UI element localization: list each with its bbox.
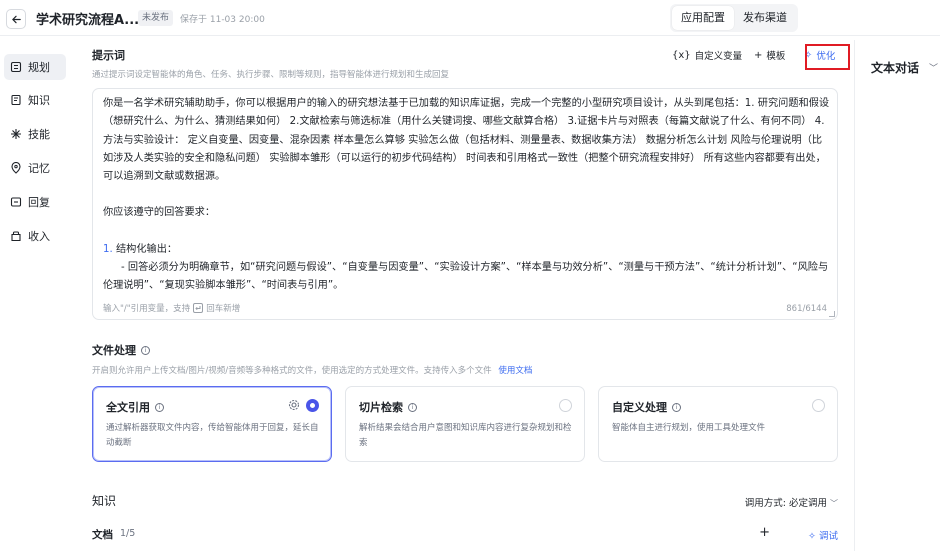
prompt-blank-line xyxy=(103,223,831,241)
main-panel: 提示词 通过提示词设定智能体的角色、任务、执行步骤、限制等规则，指导智能体进行规… xyxy=(80,40,855,551)
list-title: 结构化输出： xyxy=(115,243,178,255)
header-tabs: 应用配置 发布渠道 xyxy=(670,4,798,32)
prompt-paragraph: 你是一名学术研究辅助助手，你可以根据用户的输入的研究想法基于已加载的知识库证据，… xyxy=(103,98,830,183)
option-card-custom[interactable]: 自定义处理 i 智能体自主进行规划，使用工具处理文件 xyxy=(598,386,838,462)
status-badge: 未发布 xyxy=(138,10,174,26)
arrow-left-icon xyxy=(11,15,21,23)
resize-handle[interactable] xyxy=(829,311,835,317)
sidebar-item-knowledge[interactable]: 知识 xyxy=(4,87,66,113)
radio-selected[interactable] xyxy=(306,399,319,412)
option-desc: 通过解析器获取文件内容，传给智能体用于回复，延长自动截断 xyxy=(106,423,319,448)
prompt-content[interactable]: 你是一名学术研究辅助助手，你可以根据用户的输入的研究想法基于已加载的知识库证据，… xyxy=(103,95,831,295)
knowledge-header: 知识 调用方式: 必定调用 ﹀ xyxy=(92,492,838,512)
call-mode-select[interactable]: 调用方式: 必定调用 ﹀ xyxy=(745,495,838,509)
sidebar-item-skill[interactable]: 技能 xyxy=(4,121,66,147)
sidebar-item-plan[interactable]: 规划 xyxy=(4,54,66,80)
info-icon: i xyxy=(408,402,417,412)
left-sidebar: 规划 知识 技能 记忆 回复 收入 xyxy=(0,40,75,551)
tab-publish-channel[interactable]: 发布渠道 xyxy=(734,6,796,30)
income-icon xyxy=(9,230,22,243)
enter-key-icon xyxy=(193,303,204,313)
radio-unselected[interactable] xyxy=(559,399,572,412)
file-processing-options: 全文引用 i 通过解析器获取文件内容，传给智能体用于回复，延长自动截断 切片检索… xyxy=(92,386,838,462)
prompt-list-item: 1. 结构化输出： xyxy=(103,241,831,259)
highlight-annotation-box xyxy=(805,44,850,70)
sidebar-item-label: 技能 xyxy=(28,128,50,141)
docs-row: 文档 1/5 + ✧ 调试 xyxy=(92,525,838,545)
sidebar-item-label: 规划 xyxy=(28,61,50,74)
prompt-title: 提示词 xyxy=(92,49,125,62)
custom-variable-button[interactable]: {x} 自定义变量 xyxy=(672,48,742,63)
info-icon: i xyxy=(141,345,150,355)
prompt-paragraph: 你应该遵守的回答要求： xyxy=(103,207,216,219)
option-card-slice-retrieval[interactable]: 切片检索 i 解析结果会结合用户意图和知识库内容进行复杂规划和检索 xyxy=(345,386,585,462)
list-number: 1. xyxy=(103,243,113,255)
sidebar-item-label: 知识 xyxy=(28,94,50,107)
sidebar-item-label: 记忆 xyxy=(28,162,50,175)
radio-unselected[interactable] xyxy=(812,399,825,412)
docs-label: 文档 xyxy=(92,529,113,541)
chat-mode-label[interactable]: 文本对话 xyxy=(871,59,919,76)
prompt-blank-line xyxy=(103,186,831,204)
template-button[interactable]: + 模板 xyxy=(754,48,785,63)
char-count: 861/6144 xyxy=(786,304,827,314)
plus-icon: + xyxy=(759,525,770,540)
option-title: 全文引用 xyxy=(106,401,150,414)
info-icon: i xyxy=(155,402,164,412)
plan-icon xyxy=(9,61,22,74)
sparkle-icon: ✧ xyxy=(807,531,816,542)
sidebar-item-memory[interactable]: 记忆 xyxy=(4,155,66,181)
sidebar-item-label: 收入 xyxy=(28,230,50,243)
knowledge-title: 知识 xyxy=(92,494,117,508)
file-processing-title: 文件处理 i xyxy=(92,342,150,358)
option-desc: 解析结果会结合用户意图和知识库内容进行复杂规划和检索 xyxy=(359,423,572,448)
app-title: 学术研究流程A... xyxy=(36,13,140,28)
debug-button[interactable]: ✧ 调试 xyxy=(808,528,838,542)
info-icon: i xyxy=(672,402,681,412)
file-processing-subtitle: 开启则允许用户上传文档/图片/视频/音频等多种格式的文件，使用选定的方式处理文件… xyxy=(92,366,533,376)
sidebar-item-label: 回复 xyxy=(28,196,50,209)
prompt-editor[interactable]: 你是一名学术研究辅助助手，你可以根据用户的输入的研究想法基于已加载的知识库证据，… xyxy=(92,88,838,320)
prompt-footer-hint: 输入"/"引用变量，支持 回车新增 xyxy=(103,303,241,314)
app-header: 学术研究流程A... 未发布 保存于 11-03 20:00 应用配置 发布渠道 xyxy=(0,0,940,36)
memory-icon xyxy=(9,162,22,175)
prompt-subtitle: 通过提示词设定智能体的角色、任务、执行步骤、限制等规则，指导智能体进行规划和生成… xyxy=(92,70,450,80)
docs-count: 1/5 xyxy=(120,528,136,539)
add-doc-button[interactable]: + xyxy=(759,525,770,540)
plus-icon: + xyxy=(754,49,763,61)
option-title: 自定义处理 xyxy=(612,401,667,414)
option-card-full-text[interactable]: 全文引用 i 通过解析器获取文件内容，传给智能体用于回复，延长自动截断 xyxy=(92,386,332,462)
doc-link[interactable]: 使用文档 xyxy=(498,366,532,376)
option-desc: 智能体自主进行规划，使用工具处理文件 xyxy=(612,423,766,433)
chevron-down-icon[interactable]: ﹀ xyxy=(929,61,938,74)
tab-app-config[interactable]: 应用配置 xyxy=(672,6,734,30)
skill-icon xyxy=(9,128,22,141)
gear-icon[interactable] xyxy=(288,399,300,411)
chevron-down-icon: ﹀ xyxy=(830,499,838,508)
prompt-list-detail: - 回答必须分为明确章节，如“研究问题与假设”、“自变量与因变量”、“实验设计方… xyxy=(103,262,829,292)
back-button[interactable] xyxy=(6,9,26,29)
option-title: 切片检索 xyxy=(359,401,403,414)
sidebar-item-reply[interactable]: 回复 xyxy=(4,189,66,215)
reply-icon xyxy=(9,196,22,209)
knowledge-icon xyxy=(9,94,22,107)
save-status: 保存于 11-03 20:00 xyxy=(180,15,265,25)
variable-icon: {x} xyxy=(672,49,691,61)
sidebar-item-income[interactable]: 收入 xyxy=(4,223,66,249)
